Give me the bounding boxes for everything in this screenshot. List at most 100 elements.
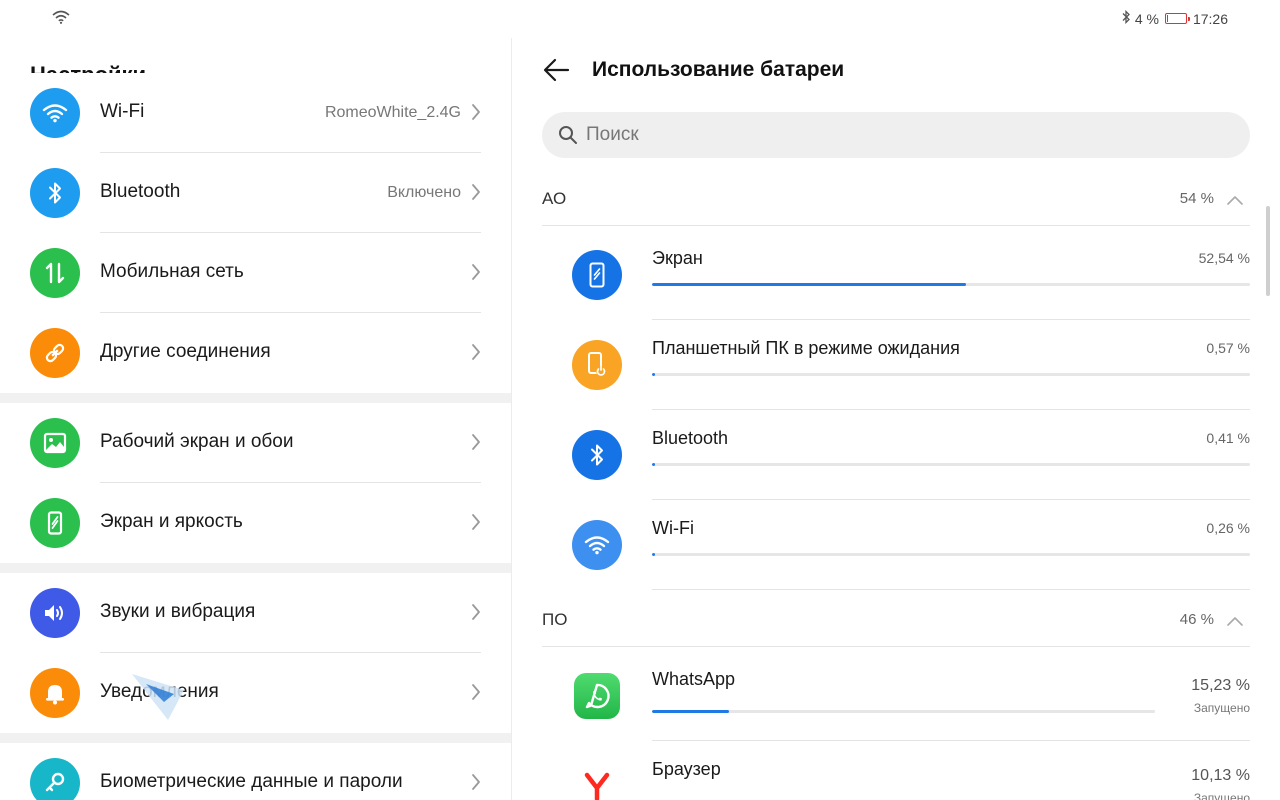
- usage-bar: [652, 283, 1250, 286]
- standby-icon: [572, 340, 622, 390]
- section-divider: [542, 646, 1250, 647]
- back-arrow-icon[interactable]: [542, 56, 570, 89]
- item-divider: [652, 589, 1250, 590]
- chevron-right-icon: [471, 433, 481, 456]
- usage-bar: [652, 553, 1250, 556]
- settings-row-wifi[interactable]: Wi-Fi RomeoWhite_2.4G: [0, 73, 511, 153]
- chevron-up-icon[interactable]: [1226, 613, 1244, 631]
- battery-item-percent: 52,54 %: [1198, 250, 1250, 266]
- battery-item[interactable]: WhatsApp 15,23 % Запущено: [542, 651, 1250, 741]
- settings-row-label: Wi-Fi: [100, 101, 145, 122]
- section-name: ПО: [542, 610, 568, 629]
- settings-row-sound[interactable]: Звуки и вибрация: [0, 573, 511, 653]
- status-bar: 4 % 17:26: [0, 0, 1280, 38]
- search-icon: [558, 125, 578, 150]
- battery-percent: 4 %: [1134, 10, 1159, 27]
- chevron-right-icon: [471, 183, 481, 206]
- battery-item-name: WhatsApp: [652, 669, 736, 689]
- battery-item-name: Wi-Fi: [652, 518, 694, 538]
- clock: 17:26: [1192, 10, 1228, 27]
- settings-row-label: Биометрические данные и пароли: [100, 771, 403, 792]
- settings-row-link[interactable]: Другие соединения: [0, 313, 511, 393]
- settings-row-bell[interactable]: Уведомления: [0, 653, 511, 733]
- battery-item-percent: 0,26 %: [1206, 520, 1250, 536]
- settings-pane: Настройки Wi-FiRomeoWhite_2.4GBluetoothВ…: [0, 38, 511, 800]
- search-input[interactable]: [586, 122, 1186, 148]
- section-gap: [0, 563, 511, 573]
- wifi-icon: [572, 520, 622, 570]
- battery-item[interactable]: Wi-Fi 0,26 %: [542, 500, 1250, 590]
- section-percent: 54 %: [1179, 190, 1214, 207]
- battery-item-name: Планшетный ПК в режиме ожидания: [652, 338, 960, 358]
- section-header-sw[interactable]: ПО 46 %: [542, 597, 1250, 647]
- settings-row-key[interactable]: Биометрические данные и пароли: [0, 743, 511, 800]
- battery-item[interactable]: Bluetooth 0,41 %: [542, 410, 1250, 500]
- usage-bar-fill: [652, 283, 967, 286]
- settings-row-value: Включено: [387, 184, 461, 201]
- chevron-right-icon: [471, 603, 481, 626]
- settings-row-label: Мобильная сеть: [100, 261, 244, 282]
- battery-item-name: Bluetooth: [652, 428, 729, 448]
- chevron-right-icon: [471, 773, 481, 796]
- watermark-logo: [128, 668, 188, 733]
- section-percent: 46 %: [1179, 611, 1214, 628]
- battery-icon: [1164, 13, 1190, 24]
- chevron-right-icon: [471, 513, 481, 536]
- battery-item-percent: 15,23 %: [1191, 677, 1250, 694]
- battery-item-name: Экран: [652, 248, 703, 268]
- battery-item[interactable]: Браузер 10,13 % Запущено: [542, 741, 1250, 800]
- page-title: Использование батареи: [592, 58, 845, 81]
- usage-bar: [652, 710, 1155, 713]
- screen-icon: [572, 250, 622, 300]
- battery-item-name: Браузер: [652, 759, 721, 779]
- settings-row-mobile-data[interactable]: Мобильная сеть: [0, 233, 511, 313]
- wallpaper-icon: [30, 418, 80, 468]
- section-header-hw[interactable]: АО 54 %: [542, 176, 1250, 226]
- usage-bar-fill: [652, 373, 656, 376]
- usage-bar: [652, 373, 1250, 376]
- battery-item-percent: 0,57 %: [1206, 340, 1250, 356]
- usage-bar-fill: [652, 710, 729, 713]
- chevron-up-icon[interactable]: [1226, 192, 1244, 210]
- settings-row-label: Рабочий экран и обои: [100, 431, 294, 452]
- settings-row-label: Другие соединения: [100, 341, 271, 362]
- wifi-icon: [30, 88, 80, 138]
- search-bar[interactable]: [542, 112, 1250, 158]
- bluetooth-icon: [30, 168, 80, 218]
- sound-icon: [30, 588, 80, 638]
- settings-row-bluetooth[interactable]: Bluetooth Включено: [0, 153, 511, 233]
- section-gap: [0, 393, 511, 403]
- display-icon: [30, 498, 80, 548]
- battery-usage-pane: Использование батареи АО 54 % Экран 52,54 %…: [512, 38, 1280, 800]
- battery-item-status: Запущено: [1193, 791, 1250, 800]
- bluetooth-status-icon: [1121, 9, 1131, 27]
- battery-item-percent: 10,13 %: [1191, 767, 1250, 784]
- scrollbar[interactable]: [1266, 206, 1270, 296]
- wifi-status-icon: [52, 10, 70, 29]
- section-gap: [0, 733, 511, 743]
- battery-item[interactable]: Планшетный ПК в режиме ожидания 0,57 %: [542, 320, 1250, 410]
- whatsapp-icon: [574, 673, 620, 719]
- settings-row-wallpaper[interactable]: Рабочий экран и обои: [0, 403, 511, 483]
- section-name: АО: [542, 189, 567, 208]
- battery-item-percent: 0,41 %: [1206, 430, 1250, 446]
- chevron-right-icon: [471, 683, 481, 706]
- settings-row-label: Экран и яркость: [100, 511, 243, 532]
- chevron-right-icon: [471, 343, 481, 366]
- bell-icon: [30, 668, 80, 718]
- settings-row-label: Звуки и вибрация: [100, 601, 256, 622]
- settings-row-display[interactable]: Экран и яркость: [0, 483, 511, 563]
- chevron-right-icon: [471, 263, 481, 286]
- usage-bar-fill: [652, 463, 655, 466]
- settings-row-label: Bluetooth: [100, 181, 181, 202]
- bluetooth-icon: [572, 430, 622, 480]
- link-icon: [30, 328, 80, 378]
- mobile-data-icon: [30, 248, 80, 298]
- yandex-browser-icon: [574, 763, 620, 800]
- section-divider: [542, 225, 1250, 226]
- battery-item-status: Запущено: [1193, 701, 1250, 715]
- battery-item[interactable]: Экран 52,54 %: [542, 230, 1250, 320]
- usage-bar-fill: [652, 553, 655, 556]
- chevron-right-icon: [471, 103, 481, 126]
- usage-bar: [652, 463, 1250, 466]
